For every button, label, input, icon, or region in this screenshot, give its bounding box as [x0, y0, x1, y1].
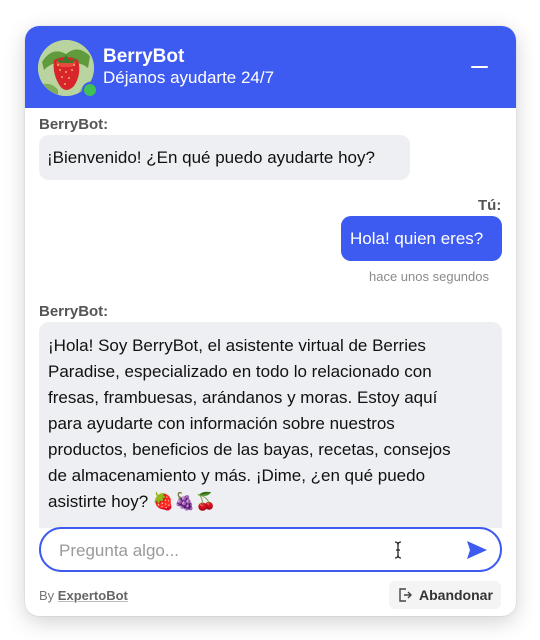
message-sender: Tú:	[478, 197, 502, 214]
send-icon[interactable]	[466, 540, 488, 560]
user-message: Hola! quien eres?	[341, 216, 502, 261]
powered-by: By ExpertoBot	[39, 588, 128, 603]
message-input[interactable]	[57, 538, 391, 564]
online-status-dot	[82, 82, 98, 98]
message-list: BerryBot: ¡Bienvenido! ¿En qué puedo ayu…	[25, 108, 516, 528]
message-line: productos, beneficios de las bayas, rece…	[48, 440, 451, 459]
minimize-icon	[471, 66, 488, 68]
chat-widget: BerryBot Déjanos ayudarte 24/7 BerryBot:…	[25, 26, 516, 616]
powered-by-label: By	[39, 588, 55, 603]
message-sender: BerryBot:	[39, 116, 109, 133]
message-line: para ayudarte con información sobre nues…	[48, 414, 395, 433]
message-line: fresas, frambuesas, arándanos y moras. E…	[48, 388, 438, 407]
leave-label: Abandonar	[419, 587, 493, 603]
message-input-box[interactable]	[39, 527, 502, 572]
bot-message: ¡Bienvenido! ¿En qué puedo ayudarte hoy?	[39, 135, 410, 180]
exit-icon	[399, 588, 412, 602]
message-timestamp: hace unos segundos	[369, 269, 489, 284]
message-line: Paradise, especializado en todo lo relac…	[48, 362, 432, 381]
message-line: ¡Hola! Soy BerryBot, el asistente virtua…	[48, 336, 426, 355]
bot-tagline: Déjanos ayudarte 24/7	[103, 68, 275, 87]
chat-header: BerryBot Déjanos ayudarte 24/7	[25, 26, 516, 108]
bot-message: ¡Hola! Soy BerryBot, el asistente virtua…	[39, 322, 502, 528]
text-cursor-icon	[394, 541, 402, 559]
minimize-button[interactable]	[464, 54, 494, 78]
message-sender: BerryBot:	[39, 303, 109, 320]
bot-name: BerryBot	[103, 46, 185, 67]
message-line: de almacenamiento y más. ¡Dime, ¿en qué …	[48, 466, 426, 485]
message-line: asistirte hoy? 🍓🍇🍒	[48, 492, 217, 511]
expertobot-link[interactable]: ExpertoBot	[58, 588, 128, 603]
leave-button[interactable]: Abandonar	[389, 581, 501, 609]
